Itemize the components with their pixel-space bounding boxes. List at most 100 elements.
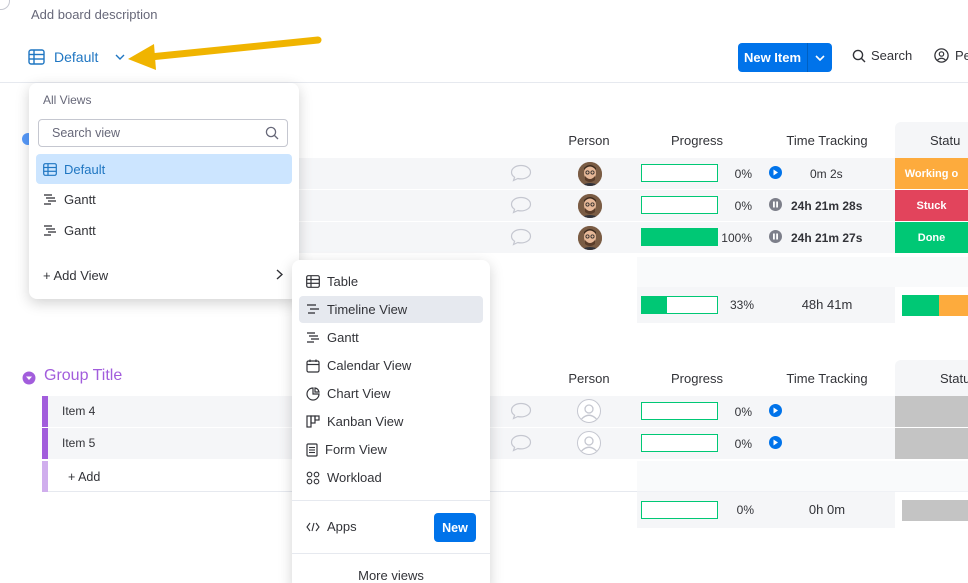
item-name[interactable]: Item 5 (62, 436, 95, 450)
add-view-option[interactable]: Table (299, 268, 483, 295)
status-label[interactable]: Stuck (895, 190, 968, 221)
view-selector-button[interactable]: Default (28, 46, 125, 68)
summary-progress-bar (641, 296, 718, 314)
view-item[interactable]: Gantt (36, 215, 292, 245)
timer-control[interactable] (769, 436, 782, 449)
view-item[interactable]: Default (36, 154, 292, 184)
progress-value: 0% (734, 199, 752, 213)
comment-icon[interactable] (510, 434, 532, 452)
add-view-option[interactable]: Chart View (299, 380, 483, 407)
status-empty[interactable] (895, 396, 968, 427)
timer-control[interactable] (769, 198, 782, 211)
avatar[interactable] (578, 162, 602, 186)
timer-control[interactable] (769, 166, 782, 179)
pause-icon[interactable] (769, 198, 782, 211)
table-row[interactable] (48, 428, 968, 459)
more-views-link[interactable]: More views (292, 568, 490, 583)
add-view-option-label: Timeline View (327, 302, 408, 317)
group-collapse-icon[interactable] (22, 371, 36, 385)
calendar-icon (306, 359, 320, 373)
add-view-option[interactable]: Form View (299, 436, 483, 463)
timer-control[interactable] (769, 230, 782, 243)
play-icon[interactable] (769, 404, 782, 417)
chevron-right-icon (276, 269, 283, 280)
new-item-button[interactable]: New Item (738, 43, 832, 72)
new-badge[interactable]: New (434, 513, 476, 542)
comment-icon[interactable] (510, 228, 532, 246)
search-view-input[interactable]: Search view (38, 119, 288, 147)
gantt-icon (43, 193, 57, 206)
summary-progress-bar (641, 501, 718, 519)
summary-progress-fill (642, 297, 667, 313)
status-empty[interactable] (895, 428, 968, 459)
item-name[interactable]: Item 4 (62, 404, 95, 418)
dropdown-header: All Views (43, 93, 92, 107)
add-view-option[interactable]: Timeline View (299, 296, 483, 323)
comment-icon[interactable] (510, 402, 532, 420)
column-header-person[interactable]: Person (545, 371, 633, 386)
status-label[interactable]: Done (895, 222, 968, 253)
summary-status-empty (902, 500, 968, 521)
group-title[interactable]: Group Title (44, 367, 122, 385)
table-row[interactable] (290, 222, 968, 253)
progress-value: 0% (734, 437, 752, 451)
summary-status-working (939, 295, 968, 316)
table-row[interactable] (48, 396, 968, 427)
timer-control[interactable] (769, 404, 782, 417)
add-view-option[interactable]: Calendar View (299, 352, 483, 379)
workload-icon (306, 471, 320, 485)
kanban-icon (306, 415, 320, 428)
search-view-placeholder: Search view (52, 126, 121, 140)
summary-time: 48h 41m (801, 297, 853, 312)
view-item-label: Gantt (64, 222, 96, 238)
search-icon (265, 126, 279, 140)
column-header-person[interactable]: Person (545, 133, 633, 148)
new-item-dropdown-button[interactable] (808, 43, 832, 72)
search-icon (852, 49, 866, 63)
avatar[interactable] (578, 226, 602, 250)
comment-icon[interactable] (510, 164, 532, 182)
view-item[interactable]: Gantt (36, 184, 292, 214)
empty-avatar-icon[interactable] (577, 431, 601, 455)
add-view-option[interactable]: Gantt (299, 324, 483, 351)
column-header-status[interactable]: Statu (930, 133, 968, 148)
progress-value: 0% (734, 167, 752, 181)
add-item-label[interactable]: + Add (68, 470, 100, 484)
back-button[interactable] (0, 0, 10, 10)
play-icon[interactable] (769, 436, 782, 449)
summary-time: 0h 0m (808, 502, 846, 517)
divider (292, 500, 490, 501)
board-description[interactable]: Add board description (31, 7, 157, 22)
add-view-option[interactable]: Workload (299, 464, 483, 491)
apps-label: Apps (327, 519, 357, 534)
column-header-status[interactable]: Statu (940, 371, 968, 386)
person-filter-button[interactable]: Pe (934, 48, 968, 63)
avatar[interactable] (578, 194, 602, 218)
add-view-option-label: Calendar View (327, 358, 412, 373)
column-header-time-tracking[interactable]: Time Tracking (760, 133, 894, 148)
column-header-progress[interactable]: Progress (637, 133, 757, 148)
table-row[interactable] (290, 190, 968, 221)
comment-icon[interactable] (510, 196, 532, 214)
table-icon (306, 275, 320, 288)
column-header-progress[interactable]: Progress (637, 371, 757, 386)
status-label[interactable]: Working o (895, 158, 968, 189)
views-dropdown: All Views Search view Default Gantt Gantt … (29, 83, 299, 299)
summary-progress-value: 0% (736, 503, 754, 517)
table-row[interactable] (290, 158, 968, 189)
add-view-button[interactable]: + Add View (43, 268, 108, 283)
empty-avatar-icon[interactable] (577, 399, 601, 423)
add-view-submenu: Table Timeline View Gantt Calendar View Char… (292, 260, 490, 583)
code-icon (306, 522, 320, 532)
pause-icon[interactable] (769, 230, 782, 243)
new-item-label[interactable]: New Item (738, 43, 808, 72)
search-button[interactable]: Search (852, 48, 912, 63)
progress-value: 100% (721, 231, 752, 245)
add-view-option-label: Workload (327, 470, 382, 485)
person-filter-label: Pe (955, 48, 968, 63)
play-icon[interactable] (769, 166, 782, 179)
add-view-option[interactable]: Kanban View (299, 408, 483, 435)
column-header-time-tracking[interactable]: Time Tracking (760, 371, 894, 386)
add-row-bg (637, 461, 968, 492)
progress-bar (641, 164, 718, 182)
